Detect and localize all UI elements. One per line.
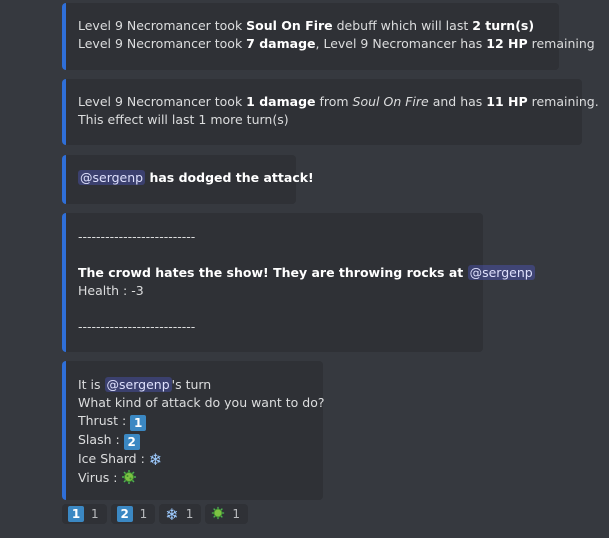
reaction-bar: 1 1 2 1 ❄ 1 1 [62,504,248,524]
divider-bottom: -------------------------- [78,319,196,334]
health-line: Health : -3 [78,283,144,298]
reaction-count: 1 [139,507,148,521]
reaction-slash[interactable]: 2 1 [110,504,156,524]
combat-embed-effect: Level 9 Necromancer took 1 damage from S… [62,79,599,145]
virus-icon [211,506,225,523]
snowflake-icon: ❄ [148,450,163,469]
snowflake-icon: ❄ [165,504,179,524]
divider-top: -------------------------- [78,229,196,244]
option-virus: Virus : [78,469,309,490]
option-ice-shard: Ice Shard : ❄ [78,450,163,469]
dodge-line: @sergenp has dodged the attack! [78,170,314,185]
user-mention[interactable]: @sergenp [78,170,146,185]
keycap-two-icon: 2 [116,506,133,522]
damage-line: Level 9 Necromancer took 7 damage, Level… [78,36,595,51]
reaction-thrust[interactable]: 1 1 [62,504,107,524]
combat-embed-debuff: Level 9 Necromancer took Soul On Fire de… [62,3,595,70]
combat-embed-crowd: -------------------------- The crowd hat… [62,213,535,352]
keycap-one-icon: 1 [130,415,147,431]
combat-embed-turn: It is @sergenp's turn What kind of attac… [62,361,325,500]
attack-question: What kind of attack do you want to do? [78,395,325,410]
reaction-virus[interactable]: 1 [205,504,248,524]
option-thrust: Thrust : 1 [78,412,309,431]
turn-line: It is @sergenp's turn [78,377,212,392]
user-mention[interactable]: @sergenp [467,265,535,280]
effect-damage-line: Level 9 Necromancer took 1 damage from S… [78,94,599,109]
reaction-count: 1 [91,507,99,521]
crowd-line: The crowd hates the show! They are throw… [78,265,535,280]
keycap-one-icon: 1 [68,506,84,522]
user-mention[interactable]: @sergenp [104,377,172,392]
debuff-line: Level 9 Necromancer took Soul On Fire de… [78,18,535,33]
reaction-count: 1 [232,507,240,521]
option-slash: Slash : 2 [78,431,309,450]
virus-icon [121,469,137,490]
reaction-count: 1 [185,507,194,521]
combat-embed-dodge: @sergenp has dodged the attack! [62,155,314,204]
keycap-two-icon: 2 [123,434,140,450]
reaction-ice-shard[interactable]: ❄ 1 [159,504,202,524]
effect-duration-line: This effect will last 1 more turn(s) [78,112,289,127]
